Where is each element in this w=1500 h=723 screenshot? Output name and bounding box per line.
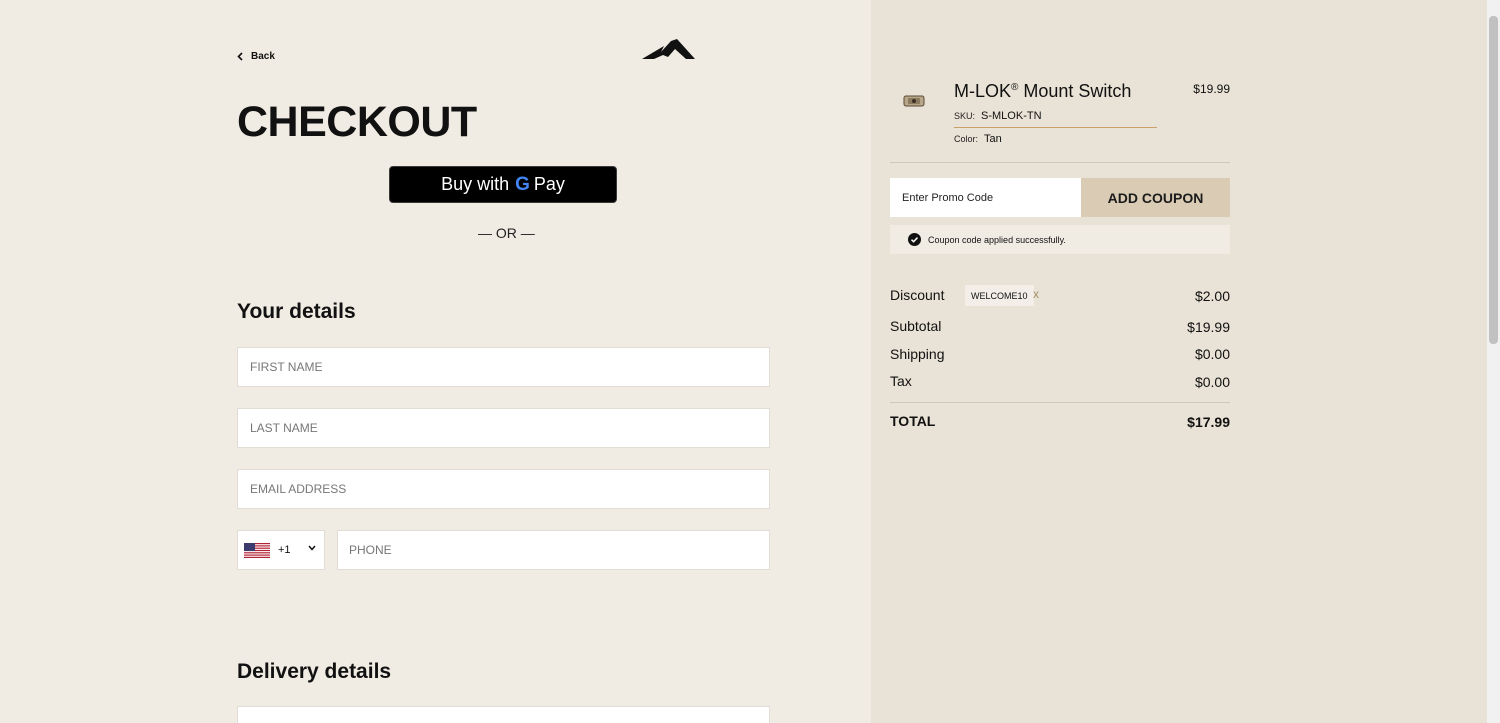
google-g-letter: G	[515, 173, 530, 195]
your-details-title: Your details	[237, 300, 356, 323]
remove-discount-icon[interactable]: x	[1033, 287, 1039, 301]
checkout-form-panel: Back CHECKOUT Buy with G Pay — OR — Your…	[0, 0, 871, 723]
color-label: Color:	[954, 134, 979, 144]
cart-divider	[890, 162, 1230, 163]
google-g-icon: G	[515, 174, 530, 196]
gpay-suffix: Pay	[533, 174, 565, 194]
discount-value: $2.00	[1194, 288, 1230, 304]
page-title: CHECKOUT	[237, 98, 477, 146]
total-label: TOTAL	[890, 413, 936, 429]
add-coupon-button[interactable]: ADD COUPON	[1081, 178, 1230, 217]
email-input[interactable]	[250, 482, 769, 496]
chevron-down-icon	[308, 545, 316, 551]
promo-code-field[interactable]	[890, 178, 1081, 217]
tax-label: Tax	[890, 373, 912, 389]
promo-code-input[interactable]	[902, 191, 1081, 204]
subtotal-value: $19.99	[1187, 319, 1230, 335]
country-code-select[interactable]: +1	[237, 530, 325, 570]
coupon-success-message: Coupon code applied successfully.	[890, 225, 1230, 254]
delivery-details-title: Delivery details	[237, 660, 392, 683]
scrollbar[interactable]	[1487, 0, 1500, 723]
product-name[interactable]: M-LOK® Mount Switch	[954, 81, 1131, 102]
total-value: $17.99	[1187, 414, 1230, 430]
sku-underline	[954, 127, 1157, 128]
brand-logo[interactable]	[642, 38, 695, 65]
first-name-input[interactable]	[250, 360, 769, 374]
chevron-left-icon	[237, 52, 243, 61]
us-flag-icon	[244, 542, 270, 558]
or-separator: — OR —	[478, 225, 535, 241]
shipping-value: $0.00	[1194, 346, 1230, 362]
success-text: Coupon code applied successfully.	[928, 234, 1066, 245]
product-name-rest: Mount Switch	[1018, 81, 1132, 101]
last-name-field[interactable]	[237, 408, 770, 448]
product-name-base: M-LOK	[954, 81, 1012, 101]
discount-label: Discount	[890, 287, 945, 303]
last-name-input[interactable]	[250, 421, 769, 435]
shipping-label: Shipping	[890, 346, 945, 362]
check-circle-icon	[908, 233, 921, 246]
google-pay-button[interactable]: Buy with G Pay	[389, 166, 617, 203]
sku-label: SKU:	[954, 111, 976, 121]
delivery-first-field[interactable]	[237, 706, 770, 723]
discount-code-tag: WELCOME10	[965, 285, 1034, 306]
gpay-prefix: Buy with	[441, 174, 510, 194]
total-divider	[890, 402, 1230, 403]
first-name-field[interactable]	[237, 347, 770, 387]
product-thumbnail	[903, 95, 925, 107]
sku-value: S-MLOK-TN	[981, 110, 1042, 122]
country-code-value: +1	[278, 544, 291, 556]
registered-mark: ®	[1011, 82, 1019, 93]
color-value: Tan	[984, 133, 1002, 145]
product-color: Color: Tan	[954, 133, 1002, 145]
product-sku: SKU: S-MLOK-TN	[954, 110, 1042, 122]
product-price: $19.99	[1193, 82, 1230, 96]
phone-input[interactable]	[349, 543, 769, 557]
back-label: Back	[251, 51, 275, 62]
mountain-logo-icon	[642, 39, 695, 59]
back-link[interactable]: Back	[237, 51, 275, 62]
email-field[interactable]	[237, 469, 770, 509]
scrollbar-thumb[interactable]	[1489, 16, 1498, 344]
phone-field[interactable]	[337, 530, 770, 570]
tax-value: $0.00	[1194, 374, 1230, 390]
subtotal-label: Subtotal	[890, 318, 942, 334]
